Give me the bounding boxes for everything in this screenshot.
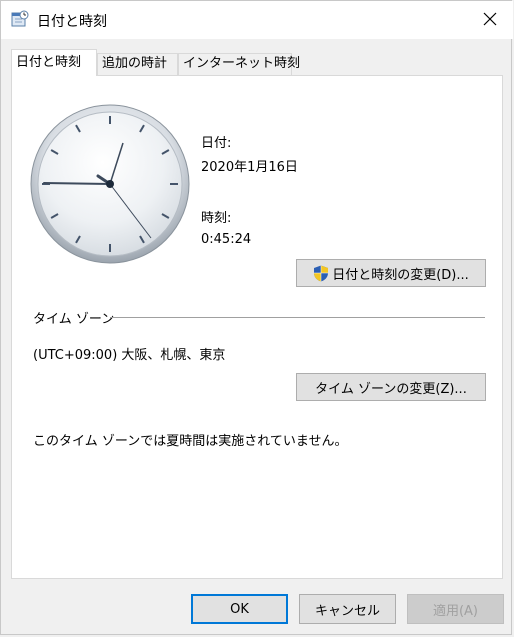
time-value: 0:45:24 [201, 232, 252, 247]
clock-center [106, 180, 114, 188]
timezone-separator [110, 317, 485, 318]
time-label: 時刻: [201, 211, 232, 226]
change-date-time-button[interactable]: 日付と時刻の変更(D)... [296, 259, 486, 287]
tab-additional-clocks[interactable]: 追加の時計 [97, 53, 178, 75]
tab-internet-time[interactable]: インターネット時刻 [178, 53, 300, 75]
date-value: 2020年1月16日 [201, 160, 298, 175]
timezone-heading: タイム ゾーン [33, 308, 119, 327]
dst-note: このタイム ゾーンでは夏時間は実施されていません。 [33, 434, 348, 449]
timezone-value: (UTC+09:00) 大阪、札幌、東京 [33, 348, 226, 363]
apply-button[interactable]: 適用(A) [407, 594, 504, 624]
tab-date-time[interactable]: 日付と時刻 [11, 49, 97, 76]
date-label: 日付: [201, 136, 232, 151]
calendar-clock-icon [11, 10, 29, 28]
minute-hand [43, 182, 111, 185]
change-timezone-button[interactable]: タイム ゾーンの変更(Z)... [296, 373, 486, 401]
close-button[interactable] [467, 1, 513, 37]
title-bar: 日付と時刻 [1, 1, 513, 39]
date-time-dialog: 日付と時刻 日付と時刻 追加の時計 インターネット時刻 日付: 2020年1月1… [0, 0, 513, 635]
change-timezone-label: タイム ゾーンの変更(Z)... [315, 381, 467, 397]
window-title: 日付と時刻 [37, 14, 107, 30]
change-date-time-label: 日付と時刻の変更(D)... [332, 267, 469, 283]
uac-shield-icon [314, 265, 329, 281]
analog-clock [30, 104, 190, 264]
ok-button[interactable]: OK [191, 594, 288, 624]
tab-panel: 日付: 2020年1月16日 時刻: 0:45:24 日付と時刻の変更(D)..… [11, 75, 503, 579]
cancel-button[interactable]: キャンセル [299, 594, 396, 624]
close-icon [483, 12, 497, 26]
